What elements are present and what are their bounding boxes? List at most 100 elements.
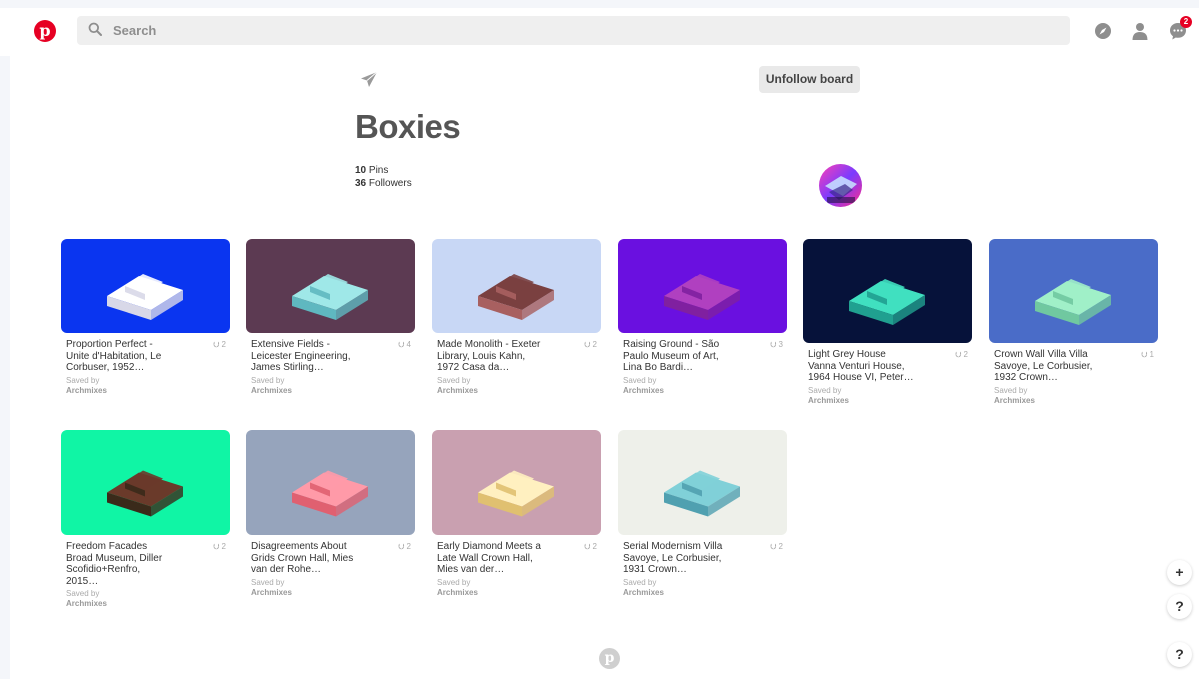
pin-card[interactable]: Proportion Perfect - Unite d'Habitation, … (61, 239, 230, 413)
pin-image[interactable] (61, 239, 230, 333)
pin-card[interactable]: Made Monolith - Exeter Library, Louis Kah… (432, 239, 601, 413)
pin-card[interactable]: Crown Wall Villa Villa Savoye, Le Corbusi… (989, 239, 1158, 423)
help-button-2[interactable]: ? (1167, 642, 1192, 667)
pin-card[interactable]: Early Diamond Meets a Late Wall Crown Hal… (432, 430, 601, 615)
pin-icon: ⮋ (398, 340, 405, 349)
footer-pinterest-logo[interactable]: p (599, 648, 620, 669)
saved-by-user[interactable]: Archmixes (623, 588, 664, 598)
pin-title-line: Serial Modernism Villa (623, 541, 723, 552)
page: p 2 Unfollow board Boxies (0, 0, 1199, 679)
pin-card[interactable]: Disagreements About Grids Crown Hall, Mie… (246, 430, 415, 615)
pin-title-line: 1932 Crown… (994, 372, 1058, 383)
pin-image[interactable] (618, 239, 787, 333)
saved-by-user[interactable]: Archmixes (437, 386, 478, 396)
pin-repin-count: ⮋ 2 (213, 542, 226, 552)
pin-repin-count: ⮋ 2 (584, 340, 597, 350)
pin-image[interactable] (61, 430, 230, 535)
pin-title-line: Savoye, Le Corbusier, (623, 552, 722, 564)
pin-card[interactable]: Serial Modernism Villa Savoye, Le Corbusi… (618, 430, 787, 615)
saved-by-label: Saved by (437, 577, 471, 587)
pin-card[interactable]: Extensive Fields - Leicester Engineering,… (246, 239, 415, 413)
saved-by-user[interactable]: Archmixes (251, 588, 292, 598)
top-header: p 2 (0, 0, 1199, 56)
pin-repin-count: ⮋ 4 (398, 340, 411, 350)
pin-title-line: Extensive Fields - (251, 339, 330, 350)
pin-repin-count: ⮋ 2 (398, 542, 411, 552)
pins-label: Pins (366, 165, 389, 176)
pin-image[interactable] (618, 430, 787, 535)
followers-stat[interactable]: 36 Followers (355, 177, 412, 190)
pin-card[interactable]: Freedom Facades Broad Museum, Diller Scofi… (61, 430, 230, 615)
pin-count-value: 2 (221, 340, 226, 349)
pin-saved-by: Saved by Archmixes (623, 376, 664, 396)
pin-saved-by: Saved by Archmixes (437, 578, 478, 598)
pin-title-line: 1931 Crown… (623, 564, 687, 575)
pin-repin-count: ⮋ 1 (1141, 350, 1154, 360)
pin-image[interactable] (989, 239, 1158, 343)
search-bar[interactable] (77, 16, 1070, 45)
pin-title-line: 1972 Casa da… (437, 362, 510, 373)
saved-by-label: Saved by (437, 375, 471, 385)
pin-image[interactable] (246, 239, 415, 333)
pin-saved-by: Saved by Archmixes (808, 386, 849, 406)
pin-image[interactable] (432, 430, 601, 535)
pin-icon: ⮋ (770, 542, 777, 551)
pin-image[interactable] (246, 430, 415, 535)
saved-by-label: Saved by (808, 385, 842, 395)
pin-title[interactable]: Crown Wall Villa Villa Savoye, Le Corbusi… (994, 349, 1119, 384)
pin-card[interactable]: Light Grey House Vanna Venturi House, 1964… (803, 239, 972, 423)
pinterest-logo[interactable]: p (34, 20, 56, 42)
search-input[interactable] (113, 16, 1013, 45)
pin-title-line: 1964 House VI, Peter… (808, 372, 914, 383)
pin-icon: ⮋ (584, 542, 591, 551)
pin-title-line: Scofidio+Renfro, (66, 564, 141, 575)
pin-title[interactable]: Made Monolith - Exeter Library, Louis Kah… (437, 339, 562, 374)
saved-by-user[interactable]: Archmixes (994, 396, 1035, 406)
pin-card[interactable]: Raising Ground - São Paulo Museum of Art,… (618, 239, 787, 413)
pin-title[interactable]: Serial Modernism Villa Savoye, Le Corbusi… (623, 541, 748, 576)
pins-stat[interactable]: 10 Pins (355, 164, 412, 177)
search-icon (88, 22, 102, 36)
pin-title[interactable]: Raising Ground - São Paulo Museum of Art,… (623, 339, 748, 374)
pin-title[interactable]: Light Grey House Vanna Venturi House, 1964… (808, 349, 933, 384)
pins-count: 10 (355, 165, 367, 176)
pin-title-line: Mies van der… (437, 564, 505, 575)
saved-by-user[interactable]: Archmixes (437, 588, 478, 598)
saved-by-user[interactable]: Archmixes (66, 599, 107, 609)
profile-icon[interactable] (1130, 21, 1150, 41)
unfollow-board-button[interactable]: Unfollow board (759, 66, 860, 93)
pin-title-line: Freedom Facades (66, 541, 148, 552)
pin-title[interactable]: Early Diamond Meets a Late Wall Crown Hal… (437, 541, 562, 576)
logo-letter: p (39, 21, 51, 40)
pin-title-line: Proportion Perfect - (66, 339, 153, 350)
send-icon[interactable] (360, 71, 378, 89)
pin-count-value: 4 (406, 340, 411, 349)
help-button[interactable]: ? (1167, 594, 1192, 619)
pin-title-line: Early Diamond Meets a (437, 541, 541, 552)
add-pin-button[interactable]: + (1167, 560, 1192, 585)
pin-title[interactable]: Freedom Facades Broad Museum, Diller Scofi… (66, 541, 191, 587)
pin-saved-by: Saved by Archmixes (251, 376, 292, 396)
pin-saved-by: Saved by Archmixes (623, 578, 664, 598)
pin-saved-by: Saved by Archmixes (994, 386, 1035, 406)
pin-image[interactable] (803, 239, 972, 343)
pin-title-line: 2015… (66, 575, 99, 587)
saved-by-user[interactable]: Archmixes (251, 386, 292, 396)
pin-title-line: Paulo Museum of Art, (623, 350, 719, 362)
board-owner-avatar[interactable] (819, 164, 862, 207)
pin-saved-by: Saved by Archmixes (66, 376, 107, 396)
saved-by-user[interactable]: Archmixes (808, 396, 849, 406)
saved-by-label: Saved by (623, 375, 657, 385)
pin-title[interactable]: Extensive Fields - Leicester Engineering,… (251, 339, 376, 374)
pin-title-line: Made Monolith - Exeter (437, 339, 541, 350)
pin-title-line: Late Wall Crown Hall, (437, 552, 533, 564)
saved-by-user[interactable]: Archmixes (66, 386, 107, 396)
compass-icon[interactable] (1093, 21, 1113, 41)
saved-by-user[interactable]: Archmixes (623, 386, 664, 396)
pin-repin-count: ⮋ 2 (584, 542, 597, 552)
board-stats: 10 Pins 36 Followers (355, 164, 412, 190)
pin-image[interactable] (432, 239, 601, 333)
pin-title[interactable]: Proportion Perfect - Unite d'Habitation, … (66, 339, 191, 374)
pin-title[interactable]: Disagreements About Grids Crown Hall, Mie… (251, 541, 376, 576)
pin-count-value: 2 (963, 350, 968, 359)
